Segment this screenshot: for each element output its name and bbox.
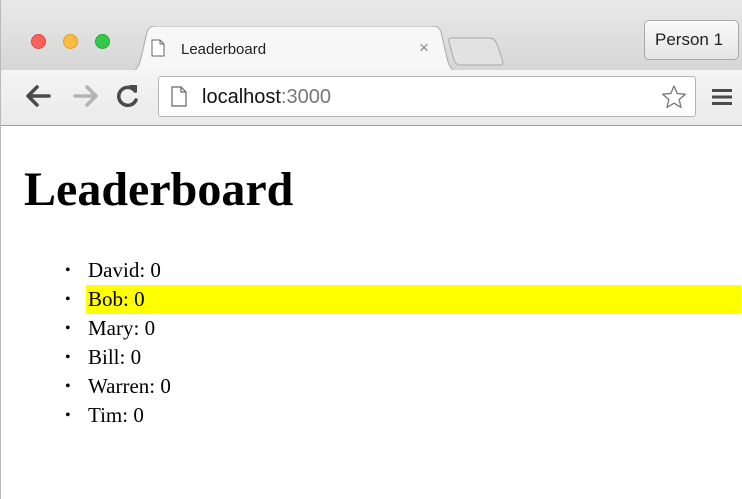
bullet: • <box>65 320 71 337</box>
player-label: Bill: 0 <box>88 345 142 369</box>
new-tab-button[interactable] <box>447 36 507 66</box>
player-row[interactable]: • Bill: 0 <box>1 343 742 372</box>
page-icon <box>171 86 187 107</box>
bullet: • <box>65 262 71 279</box>
player-row[interactable]: • Warren: 0 <box>1 372 742 401</box>
bullet: • <box>65 291 71 308</box>
player-label: Warren: 0 <box>88 374 171 398</box>
bullet: • <box>65 407 71 424</box>
star-icon[interactable] <box>661 84 687 110</box>
player-row[interactable]: • David: 0 <box>1 256 742 285</box>
bullet: • <box>65 378 71 395</box>
player-label: Bob: 0 <box>86 285 741 314</box>
url-text[interactable]: localhost:3000 <box>202 86 331 109</box>
browser-toolbar: localhost:3000 <box>1 70 742 126</box>
close-tab-icon[interactable]: × <box>419 39 429 56</box>
page-title: Leaderboard <box>24 163 294 216</box>
player-label: David: 0 <box>88 258 161 282</box>
zoom-window-button[interactable] <box>95 34 110 49</box>
page-icon <box>151 39 165 57</box>
profile-button[interactable]: Person 1 <box>644 20 739 60</box>
bullet: • <box>65 349 71 366</box>
back-arrow-icon[interactable] <box>23 82 53 110</box>
browser-window: Leaderboard × Person 1 localhost:3000 Le… <box>0 0 742 499</box>
url-port: :3000 <box>280 86 331 108</box>
leaderboard-list: • David: 0 • Bob: 0 • Mary: 0 • Bill: 0 • Warren:… <box>1 256 742 430</box>
player-row[interactable]: • Mary: 0 <box>1 314 742 343</box>
player-label: Mary: 0 <box>88 316 156 340</box>
player-row[interactable]: • Tim: 0 <box>1 401 742 430</box>
page-content: Leaderboard • David: 0 • Bob: 0 • Mary: 0 • Bil… <box>1 126 742 499</box>
player-row[interactable]: • Bob: 0 <box>1 285 742 314</box>
tab-leaderboard[interactable]: Leaderboard × <box>151 26 447 70</box>
player-label: Tim: 0 <box>88 403 144 427</box>
url-host: localhost <box>202 86 281 108</box>
tab-title: Leaderboard <box>181 41 267 58</box>
address-bar[interactable]: localhost:3000 <box>158 76 696 117</box>
close-window-button[interactable] <box>31 34 46 49</box>
forward-arrow-icon[interactable] <box>71 82 101 110</box>
hamburger-menu-icon[interactable] <box>711 87 733 107</box>
reload-icon[interactable] <box>113 82 143 110</box>
tab-strip: Leaderboard × Person 1 <box>1 0 742 72</box>
minimize-window-button[interactable] <box>63 34 78 49</box>
